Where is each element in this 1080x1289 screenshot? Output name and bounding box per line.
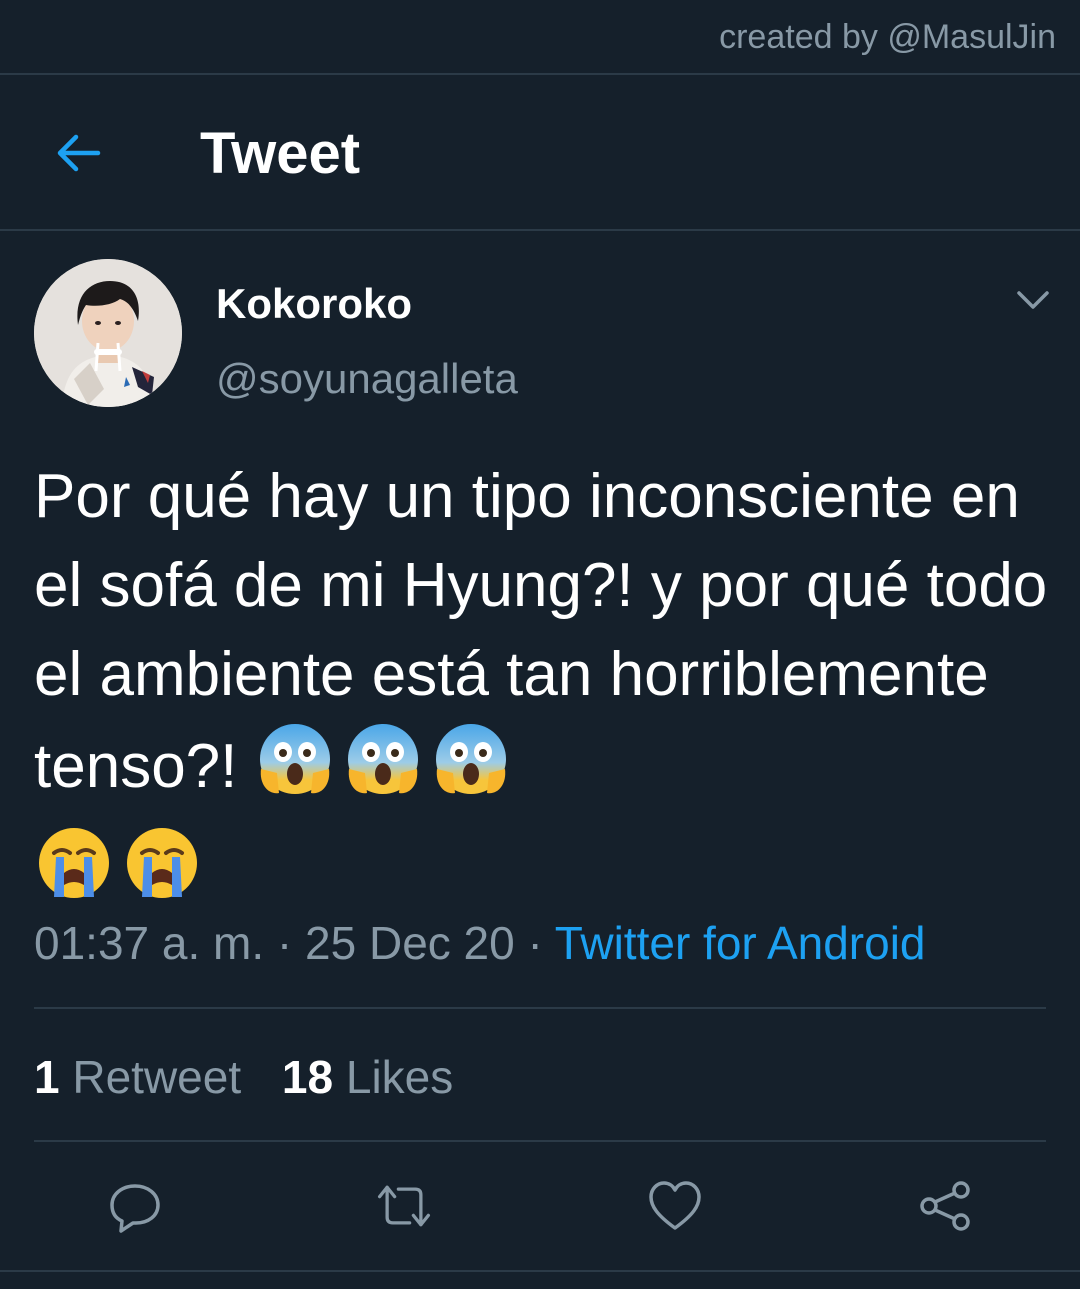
likes-label: Likes (345, 1051, 454, 1103)
top-divider (0, 73, 1080, 75)
likes-count: 18 (281, 1051, 334, 1103)
tweet-meta: 01:37 a. m. · 25 Dec 20 · Twitter for An… (34, 916, 926, 970)
tweet-source-link[interactable]: Twitter for Android (555, 917, 926, 969)
face-screaming-in-fear-icon (255, 719, 335, 823)
retweet-icon (377, 1185, 431, 1227)
meta-separator: · (514, 917, 555, 969)
loudly-crying-face-icon (34, 823, 114, 927)
retweet-button[interactable] (374, 1176, 434, 1236)
back-button[interactable] (50, 128, 106, 178)
watermark: created by @MasulJin (719, 18, 1056, 56)
page-title: Tweet (200, 121, 361, 186)
bottom-divider (0, 1270, 1080, 1272)
heart-icon (649, 1181, 701, 1230)
reply-button[interactable] (105, 1176, 165, 1236)
likes-stat[interactable]: 18 Likes (282, 1051, 453, 1103)
tweet-time: 01:37 a. m. (34, 917, 265, 969)
header-divider (0, 229, 1080, 231)
tweet-stats: 1 Retweet 18 Likes (34, 1050, 481, 1104)
share-button[interactable] (915, 1176, 975, 1236)
face-screaming-in-fear-icon (343, 719, 423, 823)
avatar[interactable] (34, 259, 182, 407)
back-arrow-icon (57, 134, 101, 172)
face-screaming-in-fear-icon (431, 719, 511, 823)
more-options-button[interactable] (1010, 282, 1056, 318)
tweet-text: Por qué hay un tipo inconsciente en el s… (34, 452, 1064, 927)
loudly-crying-face-icon (122, 823, 202, 927)
stats-divider (34, 1140, 1046, 1142)
reply-icon (110, 1184, 160, 1233)
author-handle[interactable]: @soyunagalleta (216, 355, 518, 403)
retweets-count: 1 (34, 1051, 60, 1103)
meta-divider (34, 1007, 1046, 1009)
chevron-down-icon (1017, 291, 1049, 309)
author-display-name[interactable]: Kokoroko (216, 280, 412, 328)
like-button[interactable] (645, 1176, 705, 1236)
share-icon (920, 1181, 970, 1231)
retweets-label: Retweet (72, 1051, 242, 1103)
retweets-stat[interactable]: 1 Retweet (34, 1051, 241, 1103)
tweet-date: 25 Dec 20 (305, 917, 515, 969)
avatar-image (34, 259, 182, 407)
tweet-body: Por qué hay un tipo inconsciente en el s… (34, 462, 1048, 801)
meta-separator: · (264, 917, 306, 969)
